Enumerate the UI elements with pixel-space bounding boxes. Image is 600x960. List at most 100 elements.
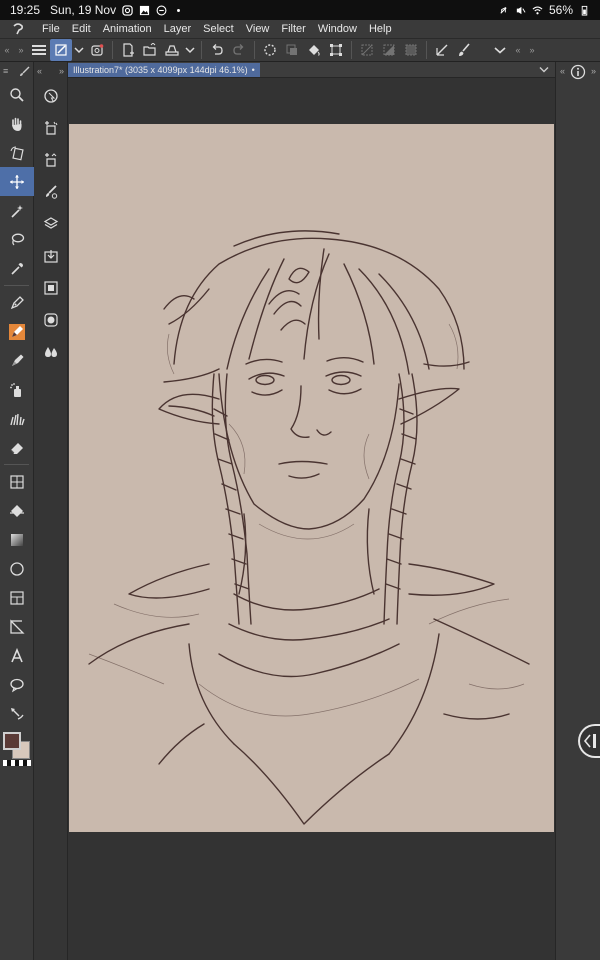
panel-collapse-icon[interactable]: «	[511, 39, 525, 61]
airbrush-icon[interactable]	[0, 375, 34, 404]
toolbar-divider	[201, 41, 202, 59]
figure-icon[interactable]	[0, 554, 34, 583]
silent-icon	[500, 6, 507, 14]
drawing-paper[interactable]	[69, 124, 554, 832]
edit-layer-icon[interactable]	[50, 39, 72, 61]
fill-icon[interactable]	[0, 496, 34, 525]
collapse-left-icon[interactable]: «	[37, 66, 42, 76]
brush-icon[interactable]	[34, 176, 68, 208]
wifi-icon	[532, 6, 543, 14]
command-bar: « » « »	[0, 38, 600, 62]
right-collapse-left-icon[interactable]: «	[560, 66, 565, 76]
panel-expand-icon[interactable]: »	[525, 39, 539, 61]
hamburger-icon[interactable]	[28, 39, 50, 61]
eyedropper-icon[interactable]	[0, 254, 34, 283]
gradient-icon[interactable]	[0, 525, 34, 554]
text-icon[interactable]	[0, 641, 34, 670]
hand-icon[interactable]	[0, 109, 34, 138]
ruler-icon[interactable]	[0, 612, 34, 641]
invert-icon[interactable]	[378, 39, 400, 61]
ruler-icon[interactable]	[431, 39, 453, 61]
redo-icon[interactable]	[228, 39, 250, 61]
lasso-icon[interactable]	[0, 225, 34, 254]
frame-icon[interactable]	[0, 583, 34, 612]
brush-mini-icon	[20, 66, 30, 76]
instagram-icon	[122, 4, 133, 16]
canvas-area[interactable]: Illustration7* (3035 x 4099px 144dpi 46.…	[68, 62, 555, 960]
document-tab-bar: Illustration7* (3035 x 4099px 144dpi 46.…	[68, 62, 555, 78]
collapse-right-icon[interactable]: »	[59, 66, 64, 76]
brush-settings-icon[interactable]	[453, 39, 475, 61]
move-icon[interactable]	[0, 167, 34, 196]
toolbar-divider	[426, 41, 427, 59]
layers-icon[interactable]	[34, 208, 68, 240]
menu-edit[interactable]: Edit	[66, 23, 97, 35]
tool-divider	[4, 285, 29, 286]
collapse-icon[interactable]	[489, 39, 511, 61]
mute-icon	[516, 6, 526, 14]
menu-animation[interactable]: Animation	[97, 23, 158, 35]
document-tab-label: Illustration7* (3035 x 4099px 144dpi 46.…	[73, 64, 248, 75]
marker-icon[interactable]	[0, 346, 34, 375]
loading-icon[interactable]	[259, 39, 281, 61]
import-icon[interactable]	[34, 240, 68, 272]
tool-palette-header: ≡	[0, 62, 33, 80]
droplet-icon[interactable]	[34, 336, 68, 368]
menu-select[interactable]: Select	[197, 23, 240, 35]
sub-palette-header: «»	[34, 62, 67, 80]
tool-divider	[4, 464, 29, 465]
toolbar-divider	[351, 41, 352, 59]
eraser-icon[interactable]	[0, 433, 34, 462]
magnifier-icon[interactable]	[0, 80, 34, 109]
right-collapse-icon[interactable]: »	[14, 39, 28, 61]
info-icon[interactable]	[570, 64, 586, 80]
select-object-icon[interactable]	[34, 80, 68, 112]
app-logo-icon[interactable]	[0, 20, 36, 38]
select-all-icon[interactable]	[400, 39, 422, 61]
menu-window[interactable]: Window	[312, 23, 363, 35]
save-icon[interactable]	[161, 39, 183, 61]
blend-icon[interactable]	[0, 467, 34, 496]
add-folder-icon[interactable]	[34, 144, 68, 176]
rotate-icon[interactable]	[0, 138, 34, 167]
dot-icon	[177, 8, 181, 12]
pen-icon[interactable]	[0, 288, 34, 317]
fill-icon[interactable]	[303, 39, 325, 61]
date: Sun, 19 Nov	[50, 3, 117, 17]
main-color-swatch[interactable]	[3, 732, 21, 750]
menu-help[interactable]: Help	[363, 23, 398, 35]
tab-dropdown-icon[interactable]	[539, 65, 549, 75]
undo-icon[interactable]	[206, 39, 228, 61]
menu-file[interactable]: File	[36, 23, 66, 35]
correct-line-icon[interactable]	[0, 699, 34, 728]
transform-icon[interactable]	[325, 39, 347, 61]
decoration-icon[interactable]	[0, 404, 34, 433]
companion-icon[interactable]	[86, 39, 108, 61]
document-tab-close[interactable]: •	[252, 65, 255, 75]
document-tab[interactable]: Illustration7* (3035 x 4099px 144dpi 46.…	[68, 62, 260, 77]
add-layer-icon[interactable]	[34, 112, 68, 144]
panel-handle-icon[interactable]	[578, 724, 600, 758]
left-collapse-icon[interactable]: «	[0, 39, 14, 61]
sketch-artwork	[88, 230, 530, 825]
menu-view[interactable]: View	[240, 23, 276, 35]
palette-menu-icon[interactable]: ≡	[3, 66, 8, 76]
menu-layer[interactable]: Layer	[158, 23, 198, 35]
film-icon[interactable]	[34, 272, 68, 304]
deselect-icon[interactable]	[356, 39, 378, 61]
magic-wand-icon[interactable]	[0, 196, 34, 225]
balloon-icon[interactable]	[0, 670, 34, 699]
sub-tool-palette: «»	[34, 62, 68, 960]
battery-icon	[581, 5, 588, 16]
new-file-icon[interactable]	[117, 39, 139, 61]
right-collapse-right-icon[interactable]: »	[591, 66, 596, 76]
open-file-icon[interactable]	[139, 39, 161, 61]
pencil-icon[interactable]	[0, 317, 34, 346]
toolbar-divider	[112, 41, 113, 59]
dropdown-icon[interactable]	[72, 39, 86, 61]
transparent-color-swatch[interactable]	[3, 760, 31, 766]
menu-filter[interactable]: Filter	[275, 23, 311, 35]
dropdown-icon[interactable]	[183, 39, 197, 61]
clear-icon[interactable]	[281, 39, 303, 61]
mask-icon[interactable]	[34, 304, 68, 336]
